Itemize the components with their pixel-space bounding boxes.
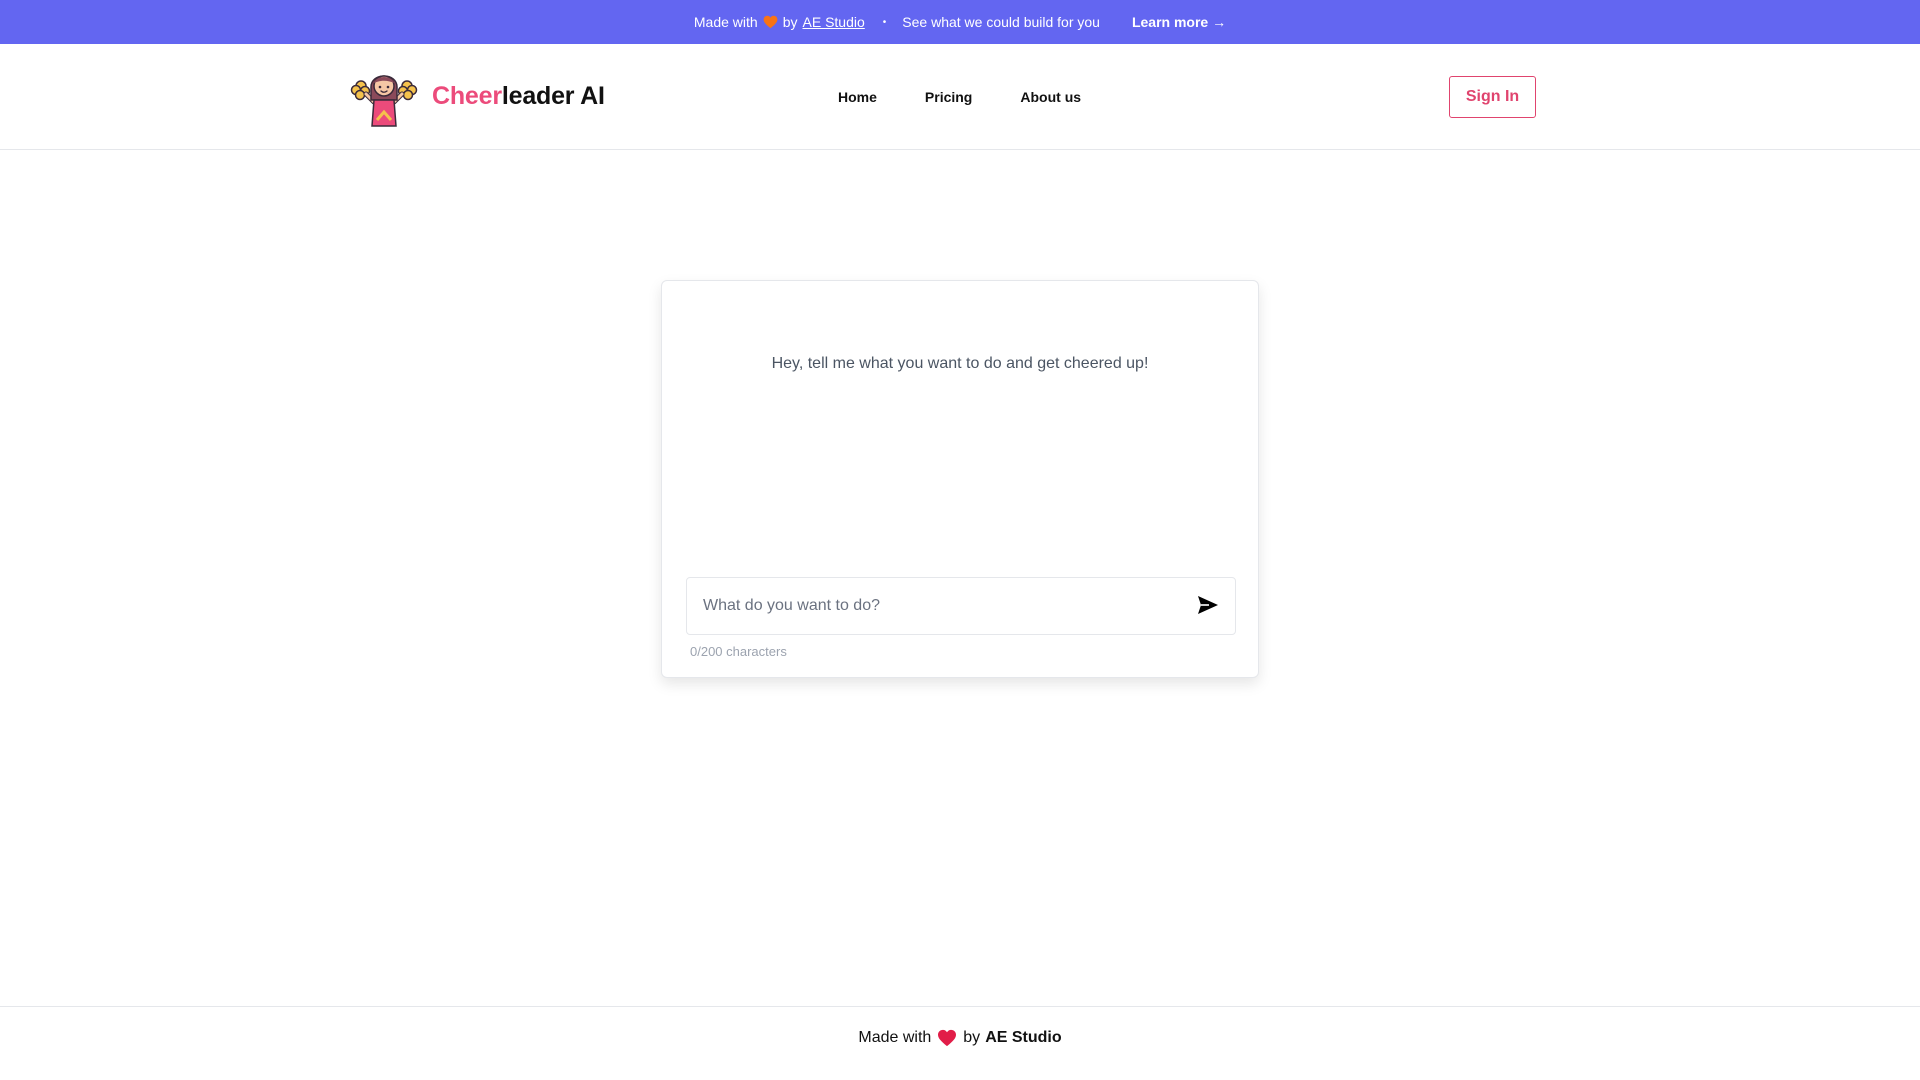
sign-in-button[interactable]: Sign In xyxy=(1449,76,1536,118)
brand-name: Cheerleader AI xyxy=(432,82,605,111)
heart-icon xyxy=(937,1029,957,1047)
learn-more-link[interactable]: Learn more → xyxy=(1132,14,1226,30)
banner-made-with-text: Made with xyxy=(693,14,758,30)
banner-by-text: by xyxy=(782,14,798,30)
cheerleader-mascot-icon xyxy=(350,64,418,128)
brand-name-accent: Cheer xyxy=(432,81,502,110)
main-nav: Home Pricing About us xyxy=(838,44,1129,150)
brand-name-rest: leader AI xyxy=(501,81,605,110)
greeting-message: Hey, tell me what you want to do and get… xyxy=(771,355,1149,372)
nav-home[interactable]: Home xyxy=(838,89,877,105)
footer-ae-studio[interactable]: AE Studio xyxy=(985,1029,1061,1047)
chat-card: Hey, tell me what you want to do and get… xyxy=(661,280,1259,678)
promo-banner: Made with by AE Studio • See what we cou… xyxy=(0,0,1920,44)
banner-tagline: See what we could build for you xyxy=(902,14,1100,30)
send-icon xyxy=(1197,595,1219,618)
send-button[interactable] xyxy=(1185,583,1231,629)
site-header: Cheerleader AI Home Pricing About us Sig… xyxy=(0,44,1920,150)
ae-studio-link[interactable]: AE Studio xyxy=(803,14,865,30)
footer-made-with: Made with xyxy=(858,1028,932,1046)
nav-pricing[interactable]: Pricing xyxy=(925,89,972,105)
chat-input-container xyxy=(686,577,1236,635)
footer-by: by xyxy=(963,1028,981,1046)
heart-icon xyxy=(763,15,778,29)
banner-separator: • xyxy=(882,16,887,28)
nav-about-us[interactable]: About us xyxy=(1020,89,1081,105)
character-counter: 0/200 characters xyxy=(690,644,787,659)
brand-logo[interactable]: Cheerleader AI xyxy=(350,64,605,128)
chat-input[interactable] xyxy=(687,578,1185,634)
banner-made-with: Made with by AE Studio xyxy=(694,14,865,30)
site-footer: Made with by AE Studio xyxy=(0,1006,1920,1068)
